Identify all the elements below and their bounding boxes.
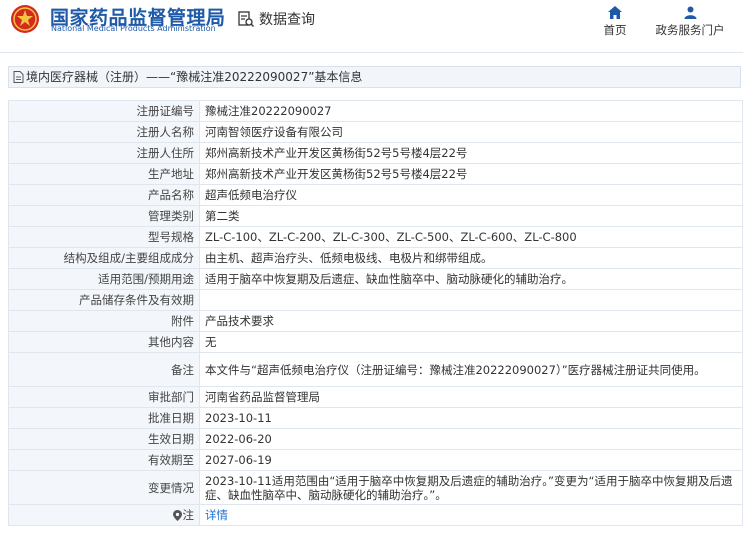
- detail-label: 有效期至: [8, 449, 200, 471]
- detail-value: 产品技术要求: [199, 310, 743, 332]
- data-query-link[interactable]: 数据查询: [237, 9, 315, 29]
- detail-label: 适用范围/预期用途: [8, 268, 200, 290]
- document-search-icon: [238, 11, 254, 27]
- nmpa-emblem-icon: [11, 5, 39, 33]
- detail-row: 附件 产品技术要求: [8, 310, 743, 332]
- detail-value: 郑州高新技术产业开发区黄杨街52号5号楼4层22号: [199, 142, 743, 164]
- detail-value: 2022-06-20: [199, 428, 743, 450]
- detail-value: 超声低频电治疗仪: [199, 184, 743, 206]
- detail-row: 注册证编号 豫械注准20222090027: [8, 100, 743, 122]
- detail-row: 审批部门 河南省药品监督管理局: [8, 386, 743, 408]
- detail-row: 生效日期 2022-06-20: [8, 428, 743, 450]
- note-value-cell: 详情: [199, 504, 743, 526]
- detail-row: 变更情况 2023-10-11适用范围由“适用于脑卒中恢复期及后遗症的辅助治疗。”…: [8, 470, 743, 505]
- detail-label: 生产地址: [8, 163, 200, 185]
- detail-value: 由主机、超声治疗头、低频电极线、电极片和绑带组成。: [199, 247, 743, 269]
- detail-label: 批准日期: [8, 407, 200, 429]
- detail-label: 附件: [8, 310, 200, 332]
- detail-row: 注册人名称 河南智领医疗设备有限公司: [8, 121, 743, 143]
- detail-label: 生效日期: [8, 428, 200, 450]
- detail-value: 2023-10-11: [199, 407, 743, 429]
- detail-label: 变更情况: [8, 470, 200, 505]
- detail-row: 其他内容无: [8, 331, 743, 353]
- detail-label: 注册证编号: [8, 100, 200, 122]
- detail-value: [199, 289, 743, 311]
- note-row: 注详情: [8, 504, 743, 526]
- detail-row: 结构及组成/主要组成成分 由主机、超声治疗头、低频电极线、电极片和绑带组成。: [8, 247, 743, 269]
- registration-detail-table: 注册证编号 豫械注准20222090027 注册人名称 河南智领医疗设备有限公司 注册人…: [8, 100, 743, 526]
- detail-label: 产品名称: [8, 184, 200, 206]
- nav-home-label: 首页: [603, 23, 627, 37]
- detail-row: 注册人住所 郑州高新技术产业开发区黄杨街52号5号楼4层22号: [8, 142, 743, 164]
- data-query-label: 数据查询: [259, 12, 315, 28]
- detail-value: 郑州高新技术产业开发区黄杨街52号5号楼4层22号: [199, 163, 743, 185]
- detail-row: 生产地址 郑州高新技术产业开发区黄杨街52号5号楼4层22号: [8, 163, 743, 185]
- detail-label: 型号规格: [8, 226, 200, 248]
- breadcrumb-text: 境内医疗器械（注册）——“豫械注准20222090027”基本信息: [26, 70, 363, 84]
- nav-home[interactable]: 首页: [598, 6, 632, 38]
- detail-row: 型号规格 ZL-C-100、ZL-C-200、ZL-C-300、ZL-C-500、…: [8, 226, 743, 248]
- detail-value: 豫械注准20222090027: [199, 100, 743, 122]
- detail-value: 河南省药品监督管理局: [199, 386, 743, 408]
- detail-row: 产品储存条件及有效期: [8, 289, 743, 311]
- detail-row: 备注 本文件与“超声低频电治疗仪（注册证编号：豫械注准20222090027）”医…: [8, 352, 743, 387]
- detail-row: 产品名称 超声低频电治疗仪: [8, 184, 743, 206]
- detail-value: 第二类: [199, 205, 743, 227]
- pin-icon: [172, 510, 182, 521]
- breadcrumb: 境内医疗器械（注册）——“豫械注准20222090027”基本信息: [8, 66, 741, 88]
- detail-label: 其他内容: [8, 331, 200, 353]
- detail-value: 河南智领医疗设备有限公司: [199, 121, 743, 143]
- detail-value: 适用于脑卒中恢复期及后遗症、缺血性脑卒中、脑动脉硬化的辅助治疗。: [199, 268, 743, 290]
- top-header: 国家药品监督管理局 National Medical Products Admi…: [0, 0, 743, 53]
- detail-label: 结构及组成/主要组成成分: [8, 247, 200, 269]
- brand-subtitle: National Medical Products Administration: [51, 24, 216, 33]
- detail-value: 本文件与“超声低频电治疗仪（注册证编号：豫械注准20222090027）”医疗器…: [199, 352, 743, 387]
- detail-row: 有效期至 2027-06-19: [8, 449, 743, 471]
- detail-link[interactable]: 详情: [205, 508, 228, 522]
- document-icon: [13, 71, 24, 83]
- nav-service-portal[interactable]: 政务服务门户: [652, 6, 728, 38]
- detail-label: 审批部门: [8, 386, 200, 408]
- note-label-cell: 注: [8, 504, 200, 526]
- detail-row: 管理类别 第二类: [8, 205, 743, 227]
- user-icon: [684, 6, 696, 19]
- detail-row: 批准日期 2023-10-11: [8, 407, 743, 429]
- note-label: 注: [182, 508, 195, 522]
- detail-label: 管理类别: [8, 205, 200, 227]
- nav-service-label: 政务服务门户: [655, 23, 725, 37]
- detail-label: 注册人名称: [8, 121, 200, 143]
- detail-value: 无: [199, 331, 743, 353]
- detail-row: 适用范围/预期用途 适用于脑卒中恢复期及后遗症、缺血性脑卒中、脑动脉硬化的辅助治疗…: [8, 268, 743, 290]
- detail-label: 产品储存条件及有效期: [8, 289, 200, 311]
- detail-label: 备注: [8, 352, 200, 387]
- detail-value: ZL-C-100、ZL-C-200、ZL-C-300、ZL-C-500、ZL-C…: [199, 226, 743, 248]
- detail-value: 2027-06-19: [199, 449, 743, 471]
- home-icon: [608, 6, 622, 19]
- detail-value: 2023-10-11适用范围由“适用于脑卒中恢复期及后遗症的辅助治疗。”变更为“…: [199, 470, 743, 505]
- detail-label: 注册人住所: [8, 142, 200, 164]
